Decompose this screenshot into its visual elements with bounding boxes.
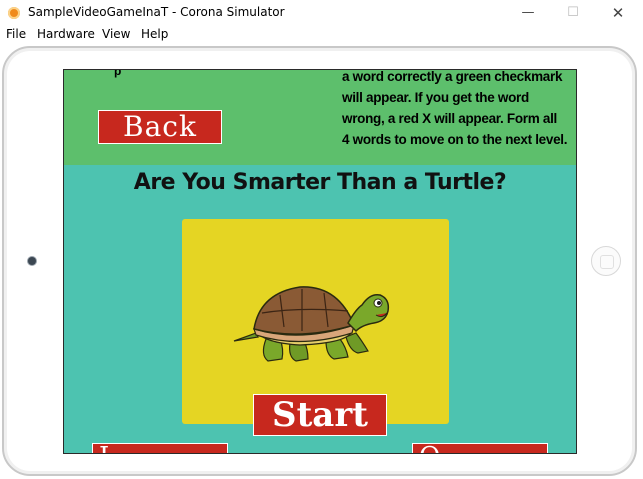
instructions-line: a word correctly a green checkmark [342, 69, 563, 84]
instructions-text: a word correctly a green checkmark will … [342, 69, 576, 150]
instructions-line: will appear. If you get the word [342, 90, 529, 105]
menu-hardware[interactable]: Hardware [37, 27, 95, 41]
start-button[interactable]: Start [253, 394, 387, 436]
game-screen: p a word correctly a green checkmark wil… [63, 69, 577, 454]
corona-app-icon [8, 7, 20, 19]
instructions-line: 4 words to move on to the next level. [342, 132, 568, 147]
menu-view[interactable]: View [102, 27, 130, 41]
menu-file[interactable]: File [6, 27, 26, 41]
turtle-icon [233, 286, 390, 362]
device-camera-icon [28, 257, 36, 265]
window-titlebar: SampleVideoGameInaT - Corona Simulator —… [0, 0, 643, 26]
home-button-icon[interactable] [591, 246, 621, 276]
instructions-line: wrong, a red X will appear. Form all [342, 111, 558, 126]
menu-help[interactable]: Help [141, 27, 168, 41]
close-button[interactable]: ✕ [595, 0, 641, 26]
bottom-right-button[interactable]: O... [412, 443, 548, 453]
text-fragment: p [114, 70, 126, 78]
minimize-button[interactable]: — [505, 0, 551, 26]
bottom-left-button[interactable]: I... [92, 443, 228, 453]
window-title: SampleVideoGameInaT - Corona Simulator [28, 5, 285, 19]
game-headline: Are You Smarter Than a Turtle? [133, 170, 507, 195]
menu-bar: File Hardware View Help [0, 26, 643, 44]
maximize-button[interactable]: ☐ [550, 0, 596, 26]
back-button[interactable]: Back [98, 110, 222, 144]
